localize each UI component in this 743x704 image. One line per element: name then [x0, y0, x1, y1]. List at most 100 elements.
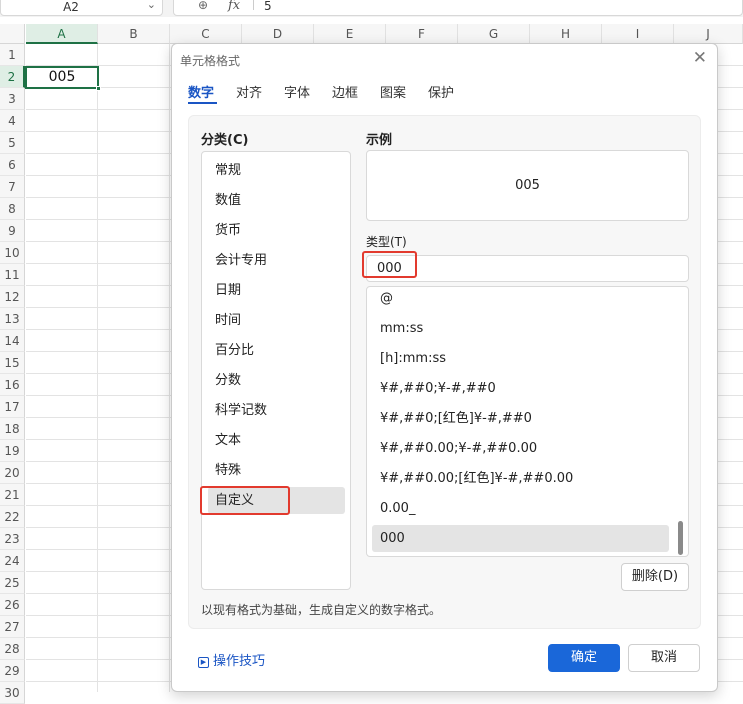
active-cell-value: 005 [48, 69, 76, 85]
row-header-9[interactable]: 9 [0, 220, 25, 242]
category-list[interactable]: 常规 数值 货币 会计专用 日期 时间 百分比 分数 科学记数 文本 特殊 自定… [201, 151, 351, 590]
column-header-b[interactable]: B [98, 24, 170, 44]
tab-protection[interactable]: 保护 [428, 82, 454, 101]
tab-pattern[interactable]: 图案 [380, 82, 406, 101]
column-header-j[interactable]: J [674, 24, 743, 44]
play-icon: ▶ [198, 657, 209, 668]
row-header-1[interactable]: 1 [0, 44, 25, 66]
column-header-d[interactable]: D [242, 24, 314, 44]
category-item-scientific[interactable]: 科学记数 [208, 397, 345, 424]
delete-button[interactable]: 删除(D) [621, 563, 689, 591]
category-item-time[interactable]: 时间 [208, 307, 345, 334]
formula-value: 5 [264, 0, 272, 13]
row-header-13[interactable]: 13 [0, 308, 25, 330]
tab-number[interactable]: 数字 [188, 82, 214, 101]
column-header-a[interactable]: A [26, 24, 98, 44]
row-header-24[interactable]: 24 [0, 550, 25, 572]
tab-border[interactable]: 边框 [332, 82, 358, 101]
tab-alignment[interactable]: 对齐 [236, 82, 262, 101]
tips-link[interactable]: ▶ 操作技巧 [198, 650, 265, 669]
row-header-30[interactable]: 30 [0, 682, 25, 704]
format-item-selected[interactable]: 000 [372, 525, 669, 552]
category-item-date[interactable]: 日期 [208, 277, 345, 304]
column-header-h[interactable]: H [530, 24, 602, 44]
chevron-down-icon[interactable]: ⌄ [147, 0, 156, 11]
row-header-7[interactable]: 7 [0, 176, 25, 198]
row-header-14[interactable]: 14 [0, 330, 25, 352]
category-item-accounting[interactable]: 会计专用 [208, 247, 345, 274]
select-all-corner[interactable] [0, 24, 25, 44]
category-item-special[interactable]: 特殊 [208, 457, 345, 484]
category-item-percentage[interactable]: 百分比 [208, 337, 345, 364]
row-header-28[interactable]: 28 [0, 638, 25, 660]
tips-link-label: 操作技巧 [213, 654, 266, 669]
category-item-currency[interactable]: 货币 [208, 217, 345, 244]
column-header-i[interactable]: I [602, 24, 674, 44]
row-header-29[interactable]: 29 [0, 660, 25, 682]
type-label: 类型(T) [366, 235, 407, 249]
column-header-f[interactable]: F [386, 24, 458, 44]
category-label: 分类(C) [201, 133, 249, 148]
formula-input[interactable]: ⊕ fx 5 [173, 0, 743, 16]
category-item-general[interactable]: 常规 [208, 157, 345, 184]
formula-bar-row: A2 ⌄ ⊕ fx 5 [0, 0, 743, 17]
row-header-15[interactable]: 15 [0, 352, 25, 374]
column-header-g[interactable]: G [458, 24, 530, 44]
row-header-2[interactable]: 2 [0, 66, 25, 88]
row-header-22[interactable]: 22 [0, 506, 25, 528]
row-header-26[interactable]: 26 [0, 594, 25, 616]
format-description: 以现有格式为基础，生成自定义的数字格式。 [201, 603, 442, 617]
column-header-c[interactable]: C [170, 24, 242, 44]
active-tab-indicator [188, 102, 217, 104]
tab-font[interactable]: 字体 [284, 82, 310, 101]
row-header-16[interactable]: 16 [0, 374, 25, 396]
format-item[interactable]: @ [372, 287, 669, 312]
format-item[interactable]: ¥#,##0;¥-#,##0 [372, 375, 669, 402]
row-header-6[interactable]: 6 [0, 154, 25, 176]
category-item-fraction[interactable]: 分数 [208, 367, 345, 394]
row-header-17[interactable]: 17 [0, 396, 25, 418]
ok-button[interactable]: 确定 [548, 644, 620, 672]
name-box-value: A2 [63, 0, 79, 14]
format-item[interactable]: [h]:mm:ss [372, 345, 669, 372]
name-box[interactable]: A2 ⌄ [0, 0, 163, 16]
format-cells-dialog: 单元格格式 ✕ 数字 对齐 字体 边框 图案 保护 分类(C) 示例 常规 数值… [171, 43, 718, 692]
category-item-text[interactable]: 文本 [208, 427, 345, 454]
format-item[interactable]: ¥#,##0.00;¥-#,##0.00 [372, 435, 669, 462]
category-item-number[interactable]: 数值 [208, 187, 345, 214]
column-header-e[interactable]: E [314, 24, 386, 44]
category-item-custom[interactable]: 自定义 [208, 487, 345, 514]
row-header-19[interactable]: 19 [0, 440, 25, 462]
format-item[interactable]: mm:ss [372, 315, 669, 342]
row-header-25[interactable]: 25 [0, 572, 25, 594]
row-header-8[interactable]: 8 [0, 198, 25, 220]
row-header-4[interactable]: 4 [0, 110, 25, 132]
row-header-12[interactable]: 12 [0, 286, 25, 308]
row-header-11[interactable]: 11 [0, 264, 25, 286]
close-icon[interactable]: ✕ [693, 48, 707, 68]
sample-label: 示例 [366, 133, 393, 148]
row-header-5[interactable]: 5 [0, 132, 25, 154]
row-header-18[interactable]: 18 [0, 418, 25, 440]
format-item[interactable]: ¥#,##0.00;[红色]¥-#,##0.00 [372, 465, 669, 492]
row-header-10[interactable]: 10 [0, 242, 25, 264]
row-header-21[interactable]: 21 [0, 484, 25, 506]
dialog-title: 单元格格式 [180, 54, 241, 68]
format-item[interactable]: ¥#,##0;[红色]¥-#,##0 [372, 405, 669, 432]
sample-preview: 005 [366, 150, 689, 221]
format-list-scrollbar[interactable] [678, 521, 683, 555]
format-list[interactable]: @ mm:ss [h]:mm:ss ¥#,##0;¥-#,##0 ¥#,##0;… [366, 286, 689, 557]
active-cell[interactable]: 005 [25, 66, 101, 91]
fill-handle[interactable] [96, 86, 101, 91]
row-header-3[interactable]: 3 [0, 88, 25, 110]
type-input[interactable]: 000 [366, 255, 689, 282]
zoom-icon[interactable]: ⊕ [198, 0, 208, 12]
number-panel: 分类(C) 示例 常规 数值 货币 会计专用 日期 时间 百分比 分数 科学记数… [188, 115, 701, 629]
row-header-23[interactable]: 23 [0, 528, 25, 550]
row-header-20[interactable]: 20 [0, 462, 25, 484]
format-item[interactable]: 0.00_ [372, 495, 669, 522]
divider [253, 0, 254, 10]
cancel-button[interactable]: 取消 [628, 644, 700, 672]
row-header-27[interactable]: 27 [0, 616, 25, 638]
fx-icon[interactable]: fx [228, 0, 240, 13]
